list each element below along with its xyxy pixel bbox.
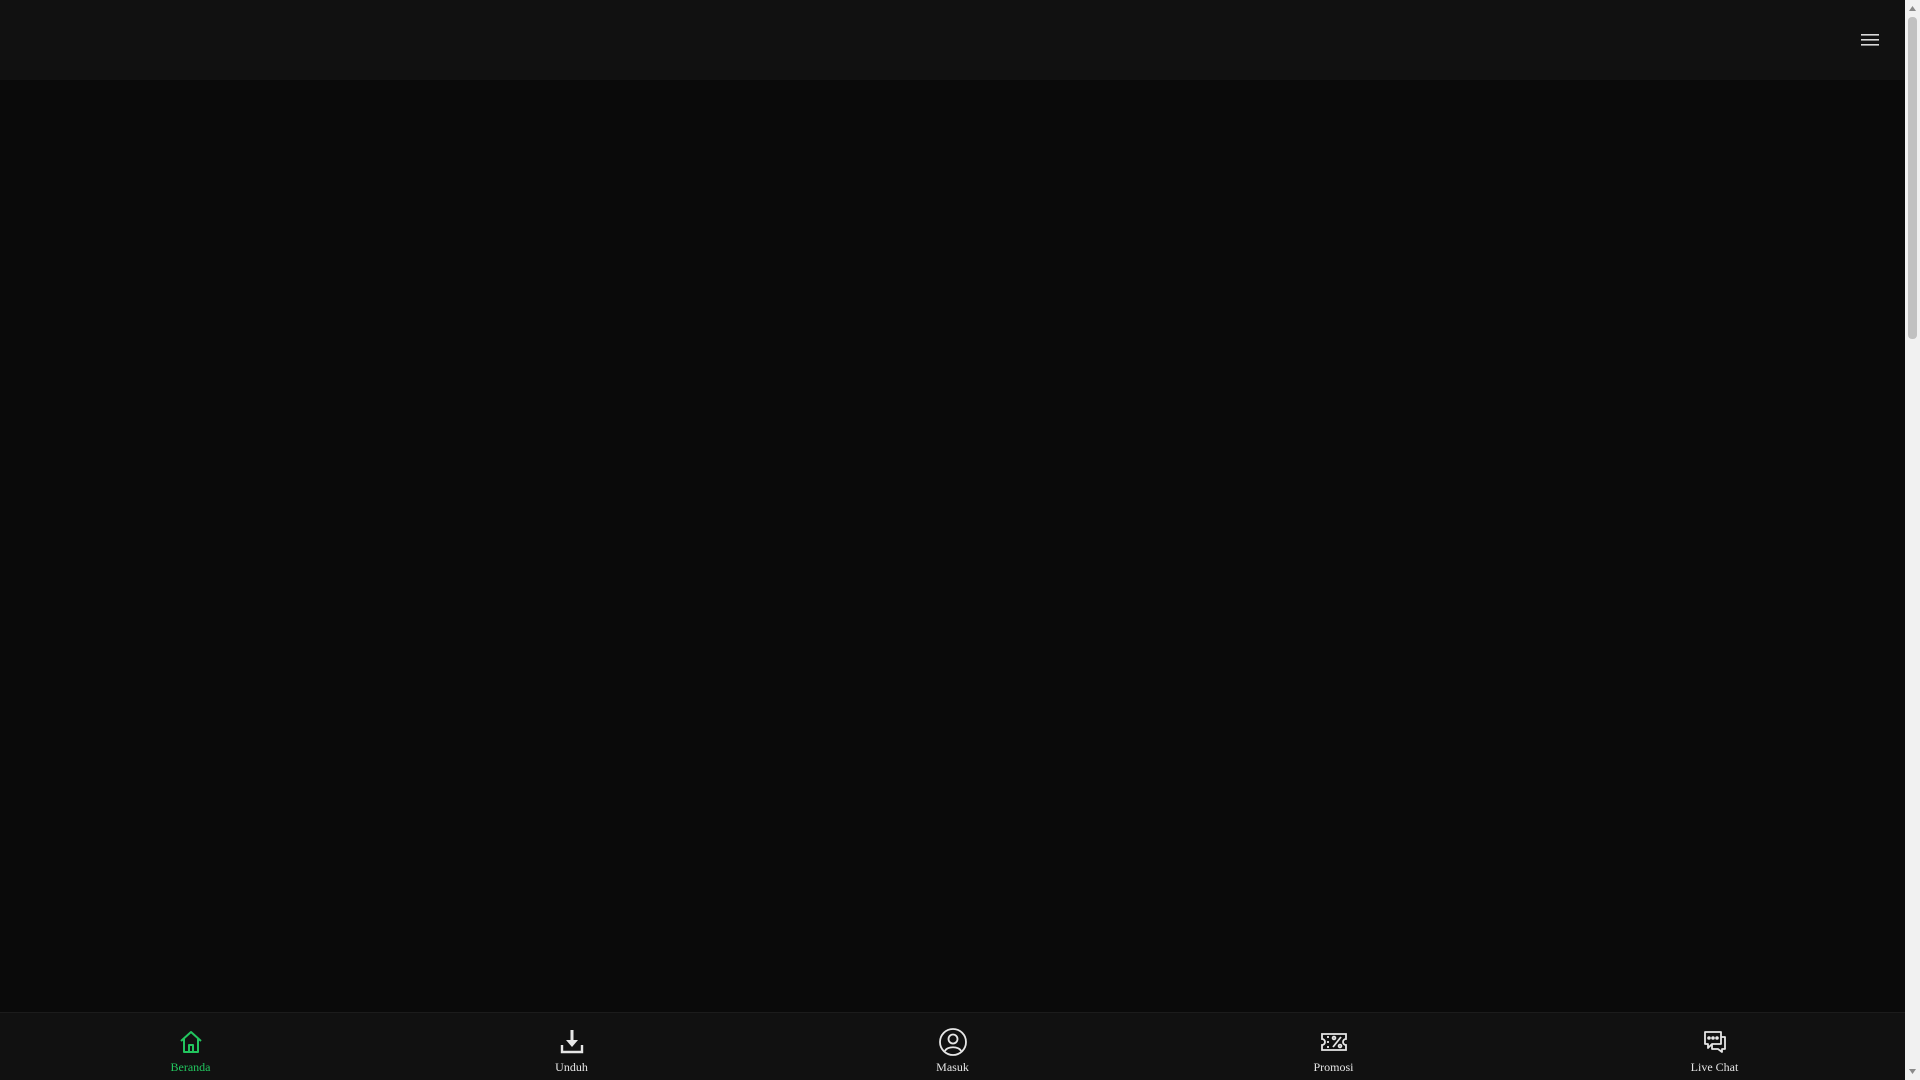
scroll-up-arrow[interactable] <box>1905 0 1920 17</box>
nav-label-live-chat: Live Chat <box>1690 1060 1739 1074</box>
scroll-down-arrow[interactable] <box>1905 1063 1920 1080</box>
menu-button[interactable] <box>1853 25 1887 55</box>
vertical-scrollbar[interactable] <box>1905 0 1920 1080</box>
nav-item-promosi[interactable]: Promosi <box>1143 1013 1524 1080</box>
top-bar <box>0 0 1905 80</box>
user-circle-icon <box>936 1025 970 1059</box>
chat-bubbles-icon <box>1698 1025 1732 1059</box>
page: Beranda Unduh Masuk Promosi Live Chat <box>0 0 1905 1080</box>
percent-ticket-icon <box>1317 1025 1351 1059</box>
main-content <box>0 80 1905 1012</box>
nav-item-unduh[interactable]: Unduh <box>381 1013 762 1080</box>
hamburger-menu-icon <box>1861 34 1879 46</box>
download-icon <box>555 1025 589 1059</box>
nav-label-promosi: Promosi <box>1313 1060 1354 1074</box>
home-icon <box>174 1025 208 1059</box>
nav-item-masuk[interactable]: Masuk <box>762 1013 1143 1080</box>
nav-label-masuk: Masuk <box>936 1060 969 1074</box>
bottom-navigation: Beranda Unduh Masuk Promosi Live Chat <box>0 1012 1905 1080</box>
nav-label-unduh: Unduh <box>555 1060 588 1074</box>
nav-item-beranda[interactable]: Beranda <box>0 1013 381 1080</box>
nav-item-live-chat[interactable]: Live Chat <box>1524 1013 1905 1080</box>
nav-label-beranda: Beranda <box>170 1060 211 1074</box>
scrollbar-thumb[interactable] <box>1908 17 1917 339</box>
